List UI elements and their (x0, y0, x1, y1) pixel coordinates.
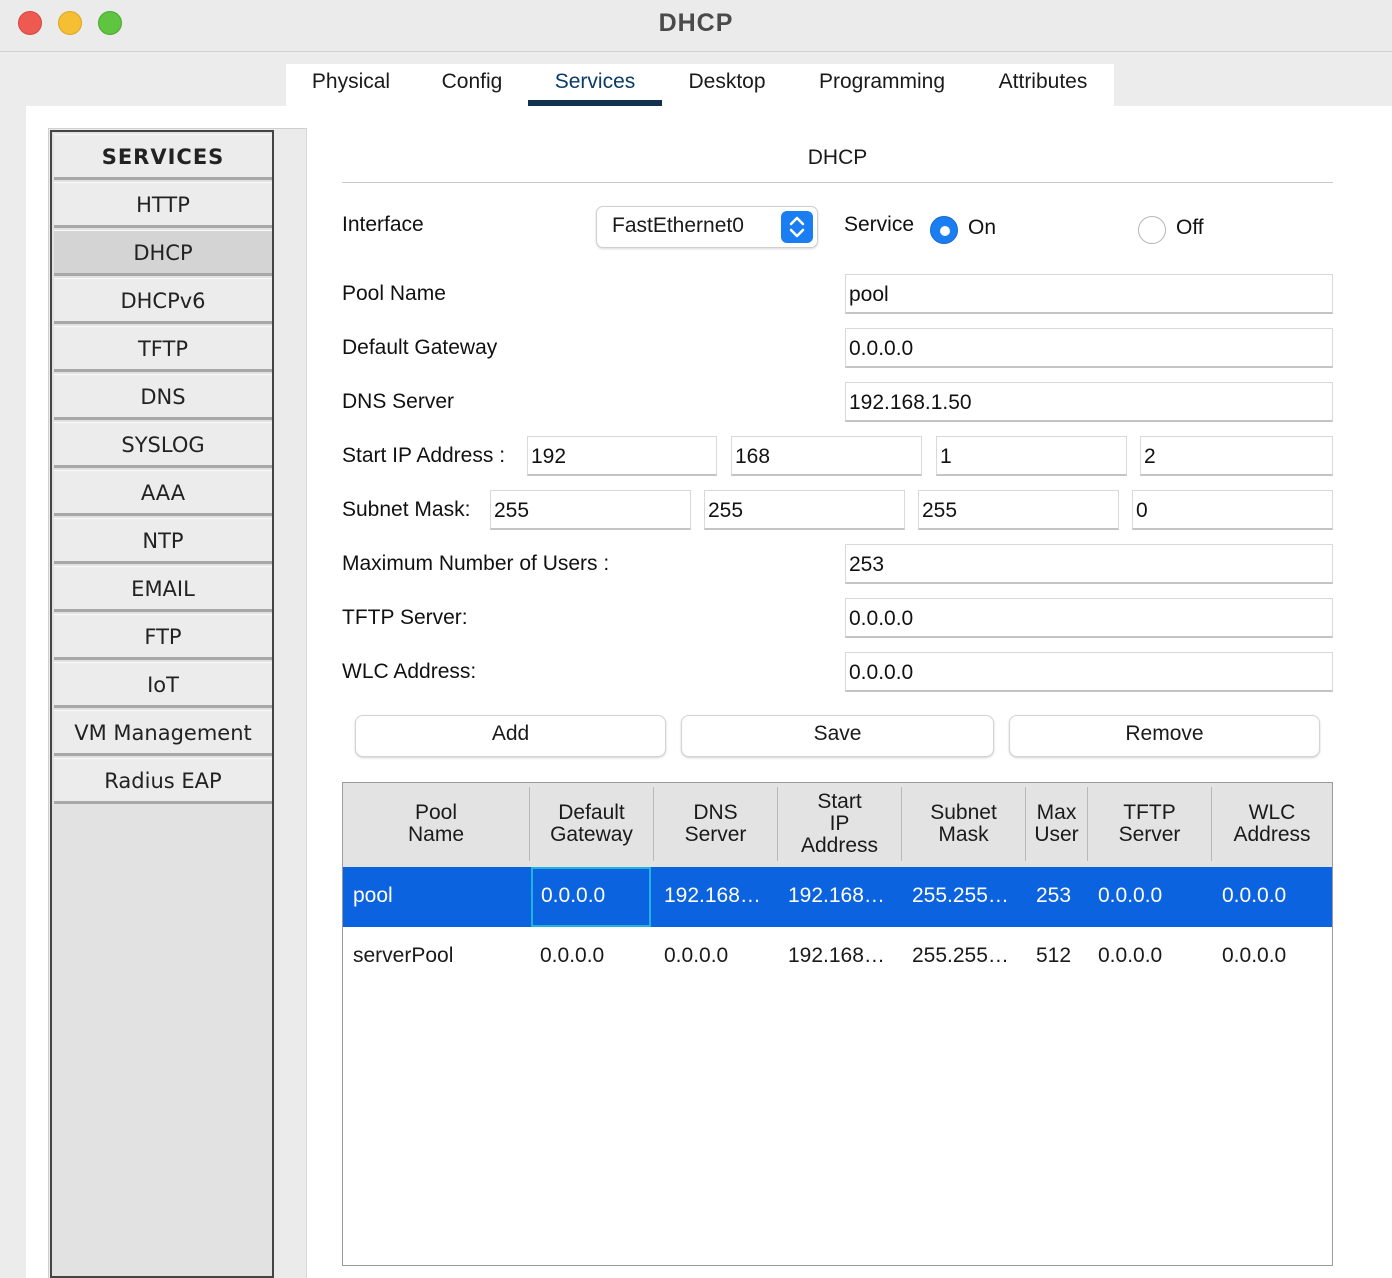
updown-chevron-icon (781, 211, 813, 243)
table-cell[interactable]: 255.255… (902, 867, 1026, 927)
subnet-mask-octet-4[interactable]: 0 (1132, 490, 1333, 530)
window-title: DHCP (658, 9, 734, 37)
tab-services[interactable]: Services (528, 64, 662, 106)
service-off-radio[interactable] (1138, 216, 1166, 244)
service-on-label: On (968, 216, 997, 239)
start-ip-label: Start IP Address : (342, 444, 506, 467)
table-cell[interactable]: serverPool (343, 927, 530, 987)
service-on-radio[interactable] (930, 216, 958, 244)
services-sidebar: SERVICES HTTP DHCP DHCPv6 TFTP DNS SYSLO… (50, 130, 274, 1278)
sidebar-item-dhcpv6[interactable]: DHCPv6 (54, 278, 272, 324)
dns-server-label: DNS Server (342, 390, 455, 413)
sidebar-item-dns[interactable]: DNS (54, 374, 272, 420)
table-cell[interactable]: 192.168… (654, 867, 778, 927)
sidebar-item-dhcp[interactable]: DHCP (54, 230, 272, 276)
column-header-max-user[interactable]: Max User (1026, 787, 1088, 861)
add-button[interactable]: Add (355, 715, 666, 757)
pool-name-label: Pool Name (342, 282, 446, 305)
tab-programming[interactable]: Programming (792, 64, 972, 106)
pool-name-field[interactable]: pool (845, 274, 1333, 314)
start-ip-octet-2[interactable]: 168 (731, 436, 922, 476)
tab-physical[interactable]: Physical (286, 64, 416, 106)
title-bar: DHCP (0, 0, 1392, 52)
section-title: DHCP (807, 146, 868, 169)
interface-label: Interface (342, 213, 424, 236)
table-cell[interactable]: 512 (1026, 927, 1088, 987)
tab-bar: Physical Config Services Desktop Program… (286, 64, 1114, 106)
table-cell[interactable]: 0.0.0.0 (1088, 927, 1212, 987)
column-header-subnet-mask[interactable]: Subnet Mask (902, 787, 1026, 861)
wlc-address-label: WLC Address: (342, 660, 477, 683)
table-cell[interactable]: 0.0.0.0 (531, 867, 651, 927)
table-cell[interactable]: 192.168… (778, 867, 902, 927)
sidebar-item-syslog[interactable]: SYSLOG (54, 422, 272, 468)
default-gateway-label: Default Gateway (342, 336, 498, 359)
column-header-start-ip[interactable]: Start IP Address (778, 787, 902, 861)
service-label: Service (844, 213, 915, 236)
interface-select-value: FastEthernet0 (612, 214, 744, 237)
table-cell[interactable]: pool (343, 867, 530, 927)
table-row[interactable]: pool 0.0.0.0 192.168… 192.168… 255.255… … (343, 867, 1332, 927)
table-cell[interactable]: 255.255… (902, 927, 1026, 987)
divider (342, 182, 1333, 183)
sidebar-item-http[interactable]: HTTP (54, 182, 272, 228)
sidebar-item-radius-eap[interactable]: Radius EAP (54, 758, 272, 804)
default-gateway-field[interactable]: 0.0.0.0 (845, 328, 1333, 368)
max-users-label: Maximum Number of Users : (342, 552, 610, 575)
sidebar-item-ftp[interactable]: FTP (54, 614, 272, 660)
tab-attributes[interactable]: Attributes (972, 64, 1114, 106)
sidebar-item-email[interactable]: EMAIL (54, 566, 272, 612)
sidebar-item-ntp[interactable]: NTP (54, 518, 272, 564)
tftp-server-label: TFTP Server: (342, 606, 468, 629)
subnet-mask-label: Subnet Mask: (342, 498, 471, 521)
wlc-address-field[interactable]: 0.0.0.0 (845, 652, 1333, 692)
tab-config[interactable]: Config (416, 64, 528, 106)
column-header-wlc-address[interactable]: WLC Address (1212, 787, 1332, 861)
subnet-mask-octet-3[interactable]: 255 (918, 490, 1119, 530)
start-ip-octet-1[interactable]: 192 (527, 436, 717, 476)
max-users-field[interactable]: 253 (845, 544, 1333, 584)
table-cell[interactable]: 0.0.0.0 (654, 927, 778, 987)
interface-select[interactable]: FastEthernet0 (596, 206, 818, 248)
column-header-default-gateway[interactable]: Default Gateway (530, 787, 654, 861)
start-ip-octet-3[interactable]: 1 (936, 436, 1127, 476)
sidebar-item-vm-management[interactable]: VM Management (54, 710, 272, 756)
services-header: SERVICES (54, 134, 272, 180)
sidebar-item-aaa[interactable]: AAA (54, 470, 272, 516)
tftp-server-field[interactable]: 0.0.0.0 (845, 598, 1333, 638)
table-header: Pool Name Default Gateway DNS Server Start I… (343, 783, 1332, 867)
table-cell[interactable]: 192.168… (778, 927, 902, 987)
remove-button[interactable]: Remove (1009, 715, 1320, 757)
table-cell[interactable]: 253 (1026, 867, 1088, 927)
table-cell[interactable]: 0.0.0.0 (1212, 927, 1332, 987)
save-button[interactable]: Save (681, 715, 994, 757)
start-ip-octet-4[interactable]: 2 (1140, 436, 1333, 476)
sidebar-item-tftp[interactable]: TFTP (54, 326, 272, 372)
subnet-mask-octet-1[interactable]: 255 (490, 490, 691, 530)
column-header-dns-server[interactable]: DNS Server (654, 787, 778, 861)
table-cell[interactable]: 0.0.0.0 (1088, 867, 1212, 927)
table-cell[interactable]: 0.0.0.0 (1212, 867, 1332, 927)
column-header-pool-name[interactable]: Pool Name (343, 787, 530, 861)
service-off-label: Off (1176, 216, 1204, 239)
column-header-tftp-server[interactable]: TFTP Server (1088, 787, 1212, 861)
sidebar-item-iot[interactable]: IoT (54, 662, 272, 708)
tab-desktop[interactable]: Desktop (662, 64, 792, 106)
pool-table: Pool Name Default Gateway DNS Server Start I… (342, 782, 1333, 1266)
subnet-mask-octet-2[interactable]: 255 (704, 490, 905, 530)
table-row[interactable]: serverPool 0.0.0.0 0.0.0.0 192.168… 255.… (343, 927, 1332, 987)
table-cell[interactable]: 0.0.0.0 (530, 927, 654, 987)
dns-server-field[interactable]: 192.168.1.50 (845, 382, 1333, 422)
